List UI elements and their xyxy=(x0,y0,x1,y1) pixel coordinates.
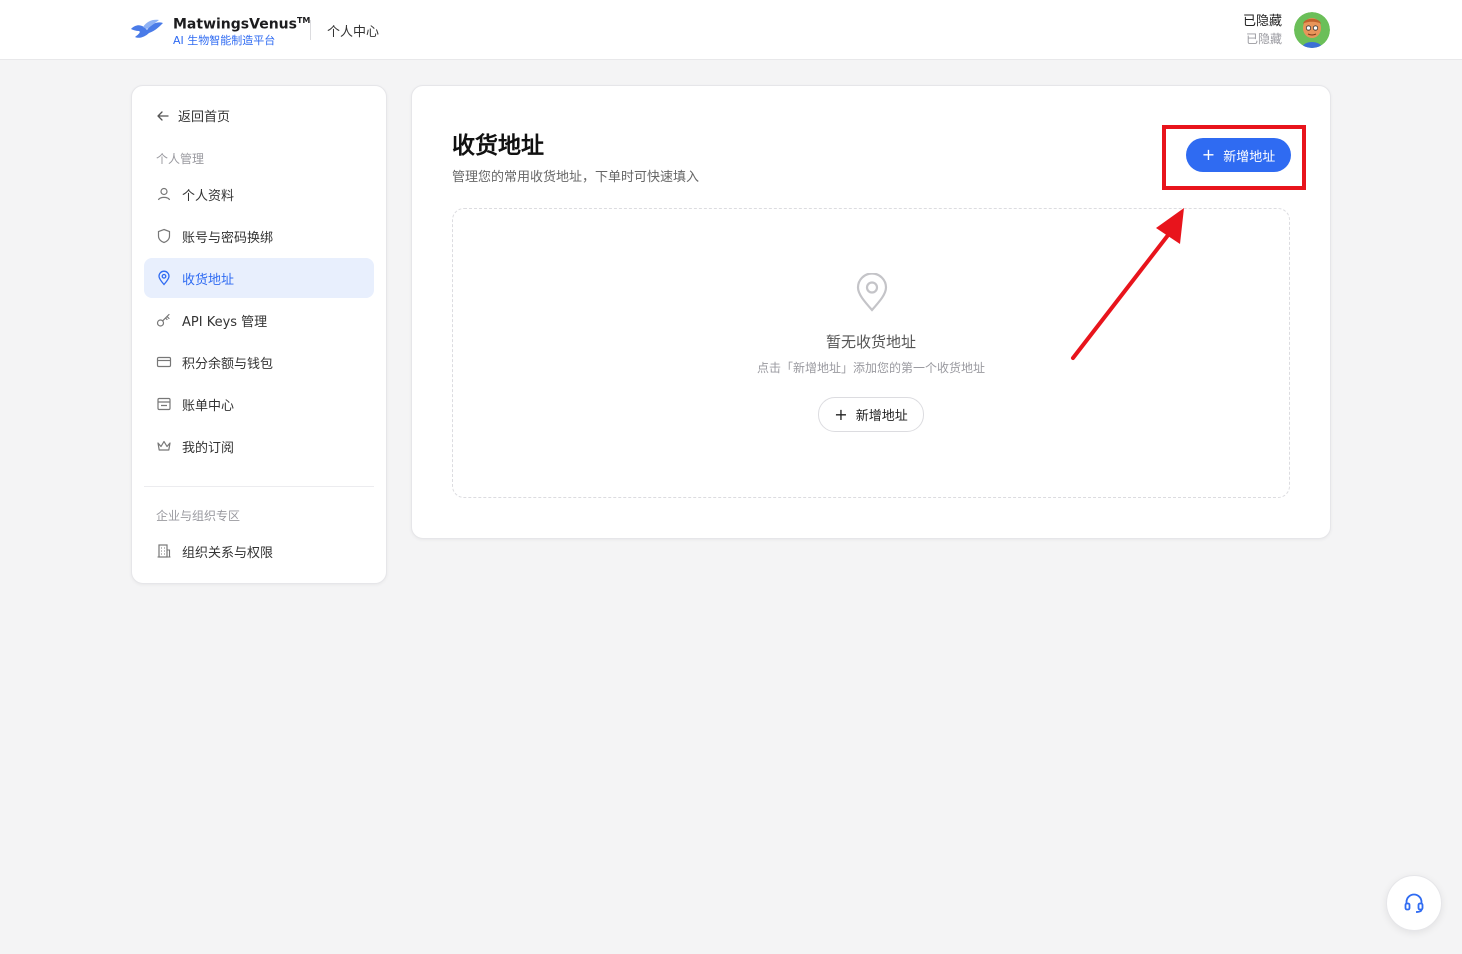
sidebar-item-billing[interactable]: 账单中心 xyxy=(144,384,374,424)
header-page-label: 个人中心 xyxy=(327,25,380,40)
sidebar-item-label: 账号与密码换绑 xyxy=(182,230,274,246)
user-name: 已隐藏 xyxy=(1242,14,1282,29)
empty-add-address-button[interactable]: + 新增地址 xyxy=(818,397,924,432)
back-home-link[interactable]: 返回首页 xyxy=(156,106,230,125)
sidebar-item-label: 个人资料 xyxy=(182,188,235,204)
sidebar-item-subscription[interactable]: 我的订阅 xyxy=(144,426,374,466)
sidebar-item-label: 我的订阅 xyxy=(182,440,235,456)
sidebar-item-account-security[interactable]: 账号与密码换绑 xyxy=(144,216,374,256)
user-icon xyxy=(157,187,171,201)
sidebar-item-profile[interactable]: 个人资料 xyxy=(144,174,374,214)
sidebar-item-wallet[interactable]: 积分余额与钱包 xyxy=(144,342,374,382)
brand-trademark: TM xyxy=(296,16,311,25)
section-label-personal: 个人管理 xyxy=(156,152,205,166)
plus-icon: + xyxy=(834,404,848,424)
top-header: MatwingsVenusTM AI 生物智能制造平台 个人中心 已隐藏 已隐藏 xyxy=(0,0,1462,60)
card-icon xyxy=(156,356,172,368)
brand-name: MatwingsVenus xyxy=(173,16,297,33)
user-subtitle: 已隐藏 xyxy=(1245,32,1282,46)
back-home-label: 返回首页 xyxy=(178,110,231,125)
bill-icon xyxy=(157,397,171,411)
brand-tagline: AI 生物智能制造平台 xyxy=(173,33,276,47)
page-subtitle: 管理您的常用收货地址，下单时可快速填入 xyxy=(452,170,700,185)
plus-icon: + xyxy=(1201,145,1216,164)
key-icon xyxy=(156,313,170,327)
empty-add-address-label: 新增地址 xyxy=(855,409,908,424)
brand[interactable]: MatwingsVenusTM AI 生物智能制造平台 xyxy=(129,12,310,48)
headset-icon xyxy=(1404,893,1424,913)
sidebar-item-address[interactable]: 收货地址 xyxy=(144,258,374,298)
shield-icon xyxy=(157,228,171,244)
header-divider xyxy=(310,20,311,40)
add-address-label: 新增地址 xyxy=(1223,149,1276,165)
sidebar-item-label: 收货地址 xyxy=(182,272,235,288)
sidebar-item-organization[interactable]: 组织关系与权限 xyxy=(144,531,374,571)
add-address-button[interactable]: + 新增地址 xyxy=(1186,138,1291,172)
sidebar-item-label: 积分余额与钱包 xyxy=(182,356,274,372)
sidebar: 返回首页 个人管理 个人资料 账号与密码换绑 收货地址 API Keys 管理 xyxy=(131,85,387,584)
sidebar-item-label: 组织关系与权限 xyxy=(182,545,274,561)
page-title: 收货地址 xyxy=(452,133,544,159)
arrow-left-icon xyxy=(157,110,169,121)
section-label-enterprise: 企业与组织专区 xyxy=(156,509,241,523)
crown-icon xyxy=(157,440,171,451)
avatar[interactable] xyxy=(1294,12,1330,48)
sidebar-divider xyxy=(144,486,374,487)
customer-support-button[interactable] xyxy=(1386,875,1442,931)
annotation-arrow-icon xyxy=(1071,208,1184,360)
sidebar-item-api-keys[interactable]: API Keys 管理 xyxy=(144,300,374,340)
brand-logo-icon xyxy=(131,19,163,38)
building-icon xyxy=(157,544,171,558)
avatar-icon xyxy=(1294,12,1330,48)
sidebar-item-label: API Keys 管理 xyxy=(182,314,268,330)
user-menu[interactable]: 已隐藏 已隐藏 xyxy=(1243,12,1330,48)
location-pin-icon xyxy=(158,270,170,286)
sidebar-item-label: 账单中心 xyxy=(182,398,235,414)
location-pin-icon xyxy=(856,273,888,312)
